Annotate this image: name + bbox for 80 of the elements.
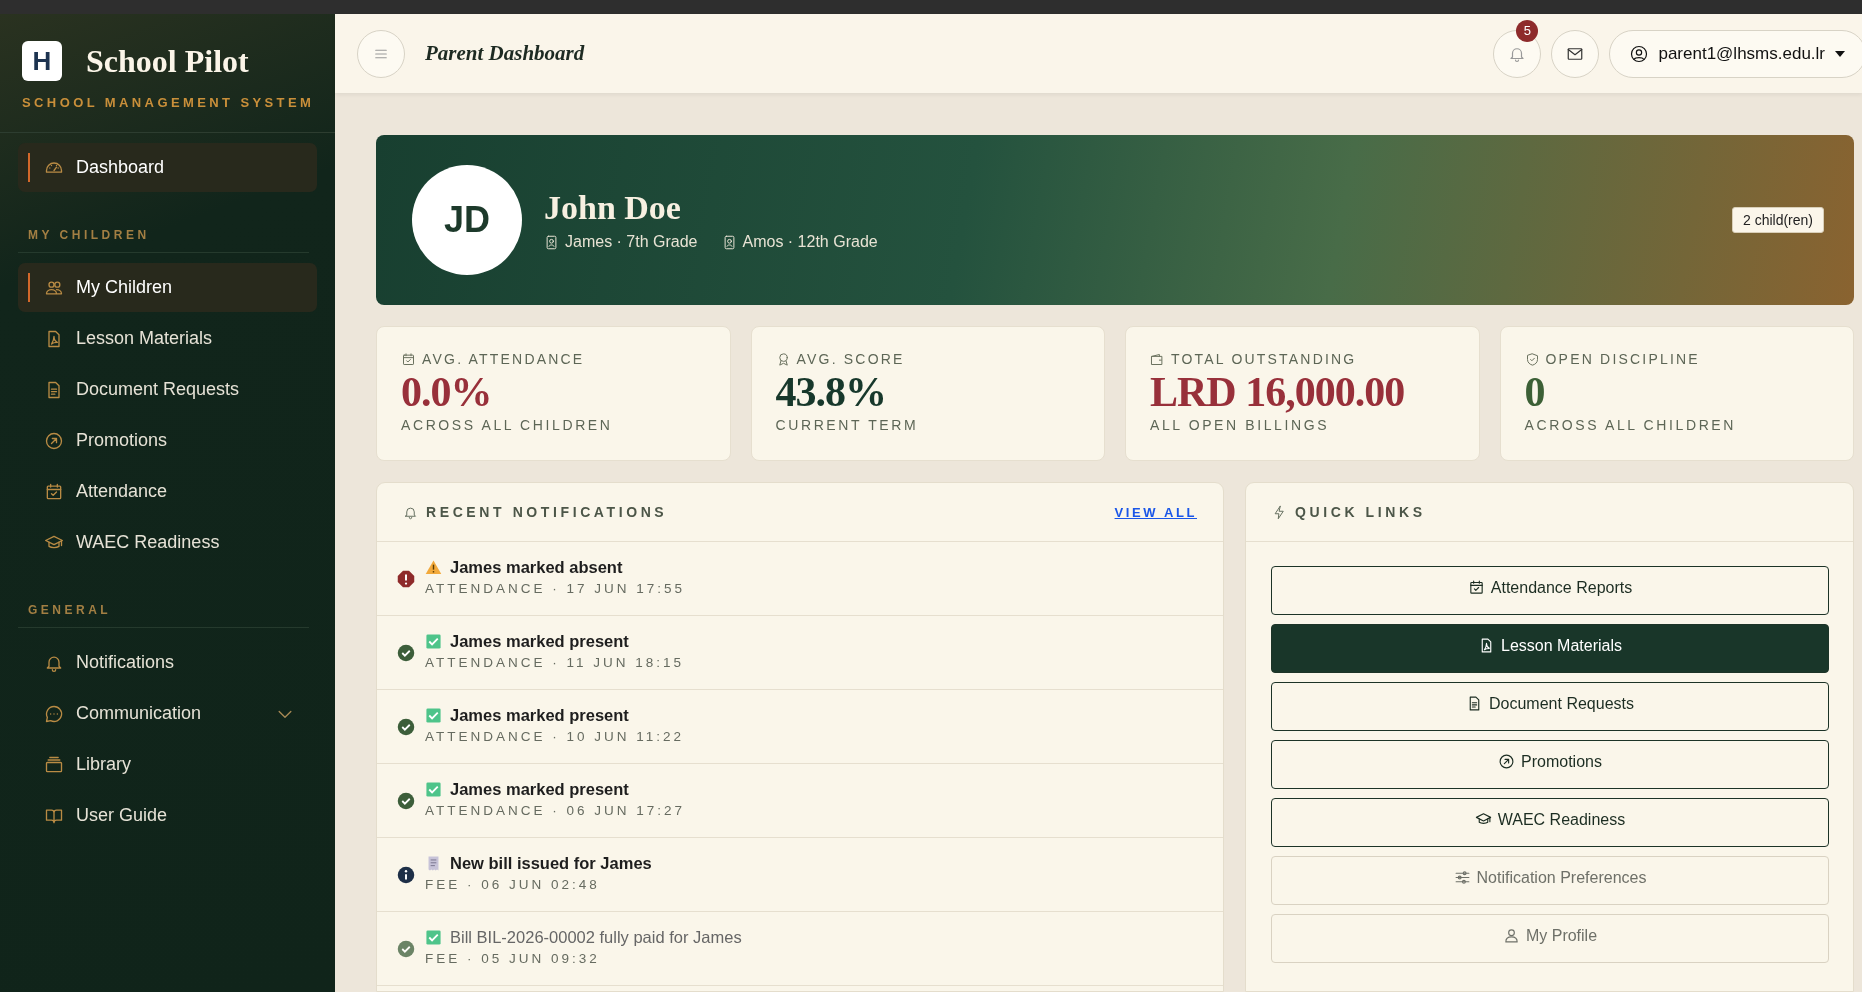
checkbox-icon (425, 707, 442, 724)
nav-item[interactable]: Dashboard (18, 143, 317, 192)
person-icon (1502, 927, 1520, 944)
notification-title: James marked present (450, 706, 629, 725)
section-heading: GENERAL (18, 603, 309, 628)
nav-item[interactable]: Lesson Materials (18, 314, 317, 363)
stat-label: AVG. ATTENDANCE (422, 351, 585, 367)
section-heading: MY CHILDREN (18, 228, 309, 253)
arrow-circle-icon (44, 430, 64, 451)
nav-item[interactable]: Library (18, 740, 317, 789)
checkbox-icon (425, 929, 442, 946)
user-menu-button[interactable]: parent1@lhsms.edu.lr (1609, 29, 1862, 78)
child-label: James · 7th Grade (565, 233, 698, 251)
nav-item[interactable]: User Guide (18, 791, 317, 840)
nav-item[interactable]: WAEC Readiness (18, 518, 317, 567)
stat-value: 0.0% (401, 371, 493, 413)
panel-title: QUICK LINKS (1295, 504, 1426, 520)
avatar: JD (412, 165, 522, 275)
chat-bubble-icon (44, 703, 64, 724)
notification-meta: ATTENDANCE · 17 JUN 17:55 (425, 581, 686, 596)
stat-value: 0 (1524, 371, 1546, 413)
caret-icon (1835, 50, 1845, 57)
children-count-badge: 2 child(ren) (1731, 207, 1824, 233)
brand-subtitle: SCHOOL MANAGEMENT SYSTEM (22, 95, 313, 110)
stat-label: OPEN DISCIPLINE (1545, 351, 1700, 367)
notification-meta: FEE · 05 JUN 09:32 (425, 951, 601, 966)
nav-item[interactable]: Document Requests (18, 365, 317, 414)
stat-value: 43.8% (775, 371, 887, 413)
bell-icon (403, 504, 418, 520)
id-badge-icon (721, 234, 737, 250)
stat-label: AVG. SCORE (796, 351, 905, 367)
user-icon (1630, 44, 1649, 63)
tray-icon (44, 754, 64, 775)
notification-title: Bill BIL-2026-00002 fully paid for James (450, 928, 742, 947)
notification-title: James marked present (450, 632, 629, 651)
view-all-link[interactable]: VIEW ALL (1114, 504, 1197, 520)
wallet-icon (1150, 351, 1165, 367)
nav-item[interactable]: My Children (18, 263, 317, 312)
quick-link-button[interactable]: Notification Preferences (1271, 856, 1829, 905)
quick-link-button[interactable]: Attendance Reports (1271, 566, 1829, 615)
nav-item[interactable]: Attendance (18, 467, 317, 516)
notification-meta: ATTENDANCE · 06 JUN 17:27 (425, 803, 686, 818)
calendar-icon (1467, 579, 1485, 596)
stat-label: TOTAL OUTSTANDING (1171, 351, 1357, 367)
notification-title: James marked absent (450, 558, 623, 577)
quick-link-button[interactable]: Document Requests (1271, 682, 1829, 731)
quick-link-button[interactable]: Promotions (1271, 740, 1829, 789)
calendar-icon (44, 481, 64, 502)
stat-value: LRD 16,000.00 (1150, 371, 1406, 413)
notification-meta: ATTENDANCE · 11 JUN 18:15 (425, 655, 685, 670)
stat-caption: CURRENT TERM (775, 417, 920, 433)
warning-icon (425, 559, 442, 576)
id-badge-icon (544, 234, 559, 250)
parent-name: John Doe (544, 189, 682, 227)
stat-caption: ACROSS ALL CHILDREN (401, 417, 614, 433)
calendar-icon (401, 351, 416, 367)
notification-title: James marked present (450, 780, 629, 799)
logo-icon: H (22, 41, 62, 81)
stat-caption: ALL OPEN BILLINGS (1150, 417, 1331, 433)
page-title: Parent Dashboard (425, 41, 585, 66)
quick-link-button[interactable]: Lesson Materials (1271, 624, 1829, 673)
checkbox-icon (425, 633, 442, 650)
notification-meta: ATTENDANCE · 10 JUN 11:22 (425, 729, 685, 744)
child-label: Amos · 12th Grade (742, 233, 878, 251)
checkbox-icon (425, 781, 442, 798)
nav-item[interactable]: Communication (18, 689, 317, 738)
shield-icon (1524, 351, 1540, 367)
brand-title: School Pilot (86, 42, 249, 80)
quick-link-button[interactable]: WAEC Readiness (1271, 798, 1829, 847)
nav-item[interactable]: Notifications (18, 638, 317, 687)
stat-caption: ACROSS ALL CHILDREN (1524, 417, 1737, 433)
notification-badge: 5 (1516, 19, 1539, 42)
notification-meta: FEE · 06 JUN 02:48 (425, 877, 601, 892)
quick-link-button[interactable]: My Profile (1271, 914, 1829, 963)
panel-title: RECENT NOTIFICATIONS (426, 504, 668, 520)
arrow-circle-icon (1498, 753, 1516, 770)
lightning-icon (1272, 504, 1287, 520)
notification-title: New bill issued for James (450, 854, 652, 873)
sliders-icon (1453, 869, 1471, 886)
nav-item[interactable]: Promotions (18, 416, 317, 465)
